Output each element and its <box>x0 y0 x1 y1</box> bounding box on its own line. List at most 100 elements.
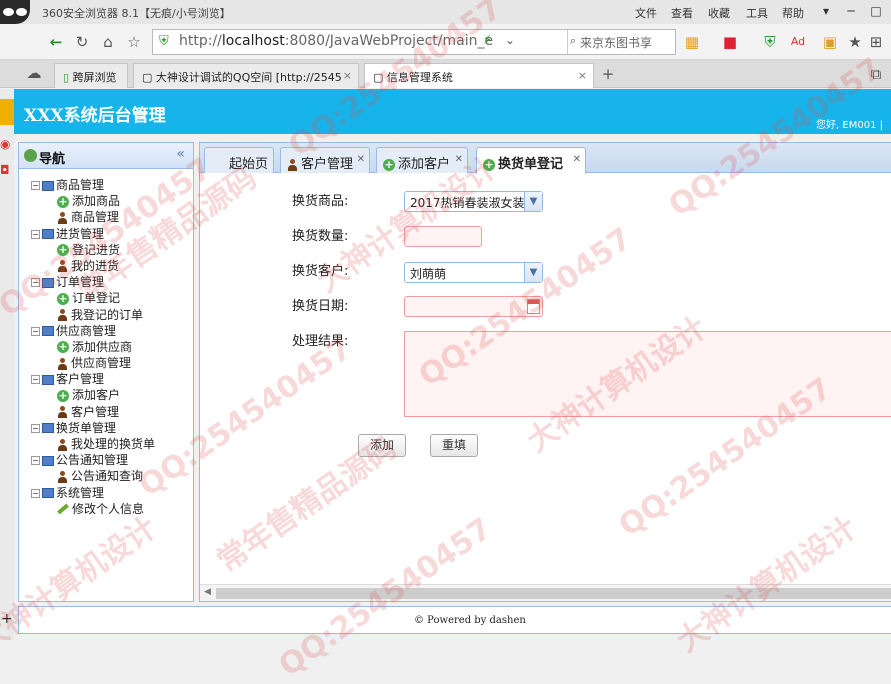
extension-icon[interactable]: ■ <box>720 32 740 52</box>
nav-group-label: 订单管理 <box>56 275 105 290</box>
apps-icon[interactable]: ▦ <box>682 32 702 52</box>
weibo-icon[interactable]: ◉ <box>0 137 14 151</box>
nav-item[interactable]: 公告通知查询 <box>19 468 193 484</box>
result-textarea[interactable] <box>404 331 891 417</box>
close-icon[interactable]: ✕ <box>455 154 463 165</box>
add-icon: + <box>57 340 69 354</box>
nav-item[interactable]: + 添加客户 <box>19 387 193 403</box>
close-icon[interactable]: × <box>343 69 352 82</box>
app-icon[interactable]: ◘ <box>0 163 14 177</box>
home-icon[interactable]: ⌂ <box>98 32 118 52</box>
quantity-input[interactable] <box>404 226 482 247</box>
nav-item-label: 添加供应商 <box>72 339 133 354</box>
nav-item[interactable]: + 登记进货 <box>19 242 193 258</box>
speed-icon[interactable]: ⚡ <box>483 33 492 48</box>
collapse-toggle-icon[interactable]: − <box>31 278 40 288</box>
add-button[interactable]: 添加 <box>358 434 406 457</box>
collapse-toggle-icon[interactable]: − <box>31 229 40 239</box>
nav-group[interactable]: − 订单管理 <box>19 274 193 290</box>
search-input[interactable]: ⌕ 来京东图书享 <box>567 30 675 54</box>
browser-tab-qqspace[interactable]: ▢ 大神设计调试的QQ空间 [http://2545 × <box>133 63 359 88</box>
nav-item[interactable]: 修改个人信息 <box>19 501 193 517</box>
tab-list-icon[interactable]: ⧉ <box>866 64 886 84</box>
nav-item-label: 我的进货 <box>71 258 120 273</box>
collapse-toggle-icon[interactable]: − <box>31 326 40 336</box>
collapse-toggle-icon[interactable]: − <box>31 423 40 433</box>
nav-item[interactable]: 我处理的换货单 <box>19 436 193 452</box>
settings-icon[interactable]: ★ <box>845 32 865 52</box>
collapse-toggle-icon[interactable]: − <box>31 181 40 190</box>
refresh-icon[interactable]: ↻ <box>72 32 92 52</box>
nav-item-label: 供应商管理 <box>71 356 132 371</box>
menu-favorites[interactable]: 收藏 <box>708 5 730 21</box>
nav-group[interactable]: − 供应商管理 <box>19 323 193 339</box>
close-icon[interactable]: × <box>578 69 587 82</box>
close-icon[interactable]: ✕ <box>573 154 581 165</box>
tab-exchange-register[interactable]: + 换货单登记 ✕ <box>476 147 586 174</box>
menu-help[interactable]: 帮助 <box>782 5 804 21</box>
browser-tab-infosystem[interactable]: ▢ 信息管理系统 × <box>364 63 594 88</box>
nav-item[interactable]: 客户管理 <box>19 404 193 420</box>
monitor-icon <box>42 180 54 191</box>
maximize-icon[interactable]: □ <box>865 3 887 20</box>
quantity-label: 换货数量: <box>292 229 349 244</box>
calendar-icon[interactable] <box>527 299 540 314</box>
menu-tools[interactable]: 工具 <box>746 5 768 21</box>
address-bar: ← ↻ ⌂ ☆ ⛨ http://localhost:8080/JavaWebP… <box>0 24 891 60</box>
product-select[interactable]: 2017热销春装淑女装 ▼ <box>404 191 543 212</box>
date-label: 换货日期: <box>292 299 349 314</box>
grid-icon[interactable]: ⊞ <box>866 32 886 52</box>
nav-group[interactable]: − 客户管理 <box>19 371 193 387</box>
nav-item[interactable]: 供应商管理 <box>19 355 193 371</box>
nav-item[interactable]: 我登记的订单 <box>19 307 193 323</box>
security-icon[interactable]: ⛨ <box>760 32 780 52</box>
favorite-icon[interactable] <box>0 99 14 125</box>
new-tab-icon[interactable]: + <box>598 64 618 84</box>
horizontal-scrollbar[interactable]: ◀ <box>200 584 891 601</box>
tab-home[interactable]: 起始页 <box>204 147 274 173</box>
cloud-icon[interactable]: ☁ <box>24 63 44 83</box>
tab-customer-manage[interactable]: 客户管理 ✕ <box>280 147 370 173</box>
customer-select[interactable]: 刘萌萌 ▼ <box>404 262 543 283</box>
nav-group[interactable]: − 进货管理 <box>19 226 193 242</box>
nav-item[interactable]: + 添加供应商 <box>19 339 193 355</box>
nav-item[interactable]: + 添加商品 <box>19 193 193 209</box>
collapse-toggle-icon[interactable]: − <box>31 456 40 466</box>
nav-group-label: 进货管理 <box>56 226 105 241</box>
nav-group[interactable]: − 商品管理 <box>19 177 193 193</box>
scrollbar-thumb[interactable] <box>216 588 891 599</box>
nav-item[interactable]: 商品管理 <box>19 209 193 225</box>
adblock-icon[interactable]: Ad <box>788 32 808 52</box>
shirt-icon[interactable]: ▾ <box>815 3 837 20</box>
scroll-left-icon[interactable]: ◀ <box>204 587 211 597</box>
chevron-down-icon[interactable]: ▼ <box>524 192 542 211</box>
user-icon <box>287 158 298 171</box>
nav-group[interactable]: − 系统管理 <box>19 485 193 501</box>
nav-item[interactable]: 我的进货 <box>19 258 193 274</box>
star-icon[interactable]: ☆ <box>124 32 144 52</box>
minimize-icon[interactable]: ─ <box>840 3 862 20</box>
close-icon[interactable]: ✕ <box>357 154 365 165</box>
menu-view[interactable]: 查看 <box>671 5 693 21</box>
customer-select-value: 刘萌萌 <box>410 267 447 281</box>
app-title: XXX系统后台管理 <box>24 106 166 126</box>
collapse-toggle-icon[interactable]: − <box>31 488 40 498</box>
tools-icon[interactable]: ▣ <box>820 32 840 52</box>
reset-button[interactable]: 重填 <box>430 434 478 457</box>
menu-file[interactable]: 文件 <box>635 5 657 21</box>
collapse-icon[interactable]: « <box>176 146 185 162</box>
browser-tab-crossscreen[interactable]: ▯ 跨屏浏览 <box>54 63 128 88</box>
collapse-toggle-icon[interactable]: − <box>31 375 40 385</box>
add-icon[interactable]: + <box>1 611 13 627</box>
url-host: localhost <box>221 33 285 49</box>
dropdown-icon[interactable]: ⌄ <box>505 33 515 47</box>
back-icon[interactable]: ← <box>46 32 66 52</box>
nav-item[interactable]: + 订单登记 <box>19 290 193 306</box>
nav-group[interactable]: − 换货单管理 <box>19 420 193 436</box>
nav-group-label: 客户管理 <box>56 372 105 387</box>
tab-add-customer[interactable]: + 添加客户 ✕ <box>376 147 468 173</box>
date-input[interactable] <box>404 296 543 317</box>
nav-group[interactable]: − 公告通知管理 <box>19 452 193 468</box>
chevron-down-icon[interactable]: ▼ <box>524 263 542 282</box>
add-icon: + <box>57 194 69 208</box>
